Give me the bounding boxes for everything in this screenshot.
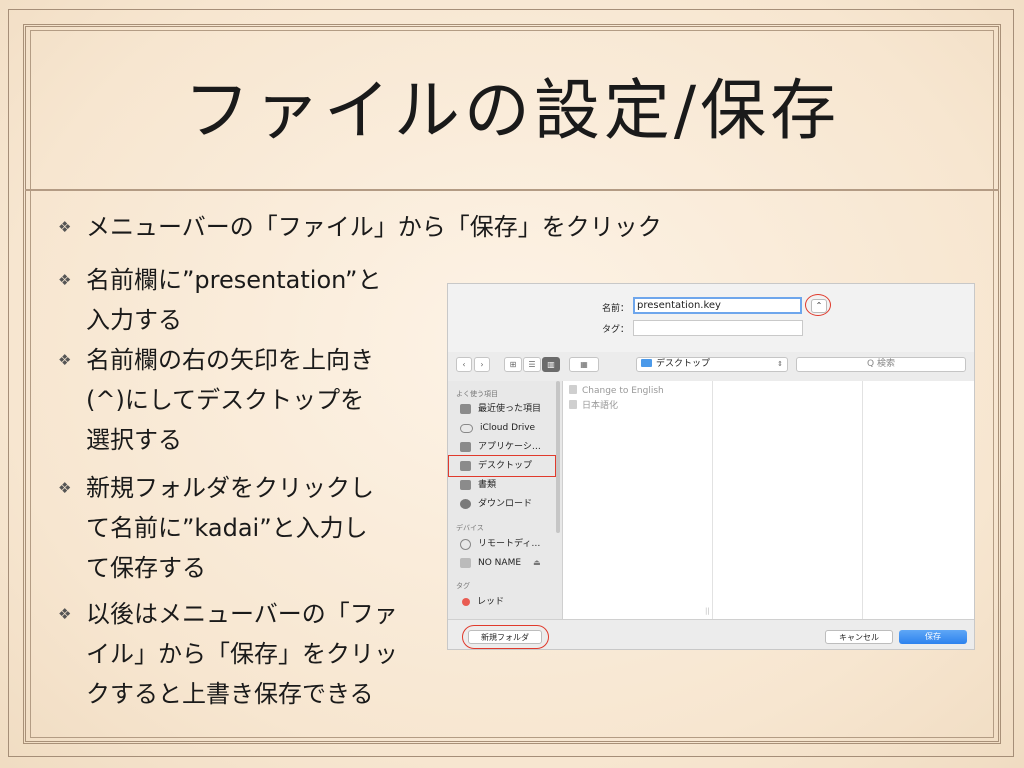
document-icon xyxy=(460,480,471,490)
updown-chevron-icon: ⇕ xyxy=(777,360,783,368)
sidebar-item-label: 書類 xyxy=(478,480,497,490)
sidebar-item-label: iCloud Drive xyxy=(480,423,536,433)
column-view-icon[interactable]: ▥ xyxy=(542,357,560,372)
bullet-line: (^)にしてデスクトップを xyxy=(86,386,365,414)
column-browser: Change to English 日本語化 || xyxy=(563,381,974,619)
bullet-line: クすると上書き保存できる xyxy=(86,680,374,708)
bullet-diamond-icon: ❖ xyxy=(58,351,72,369)
sidebar-item-label: レッド xyxy=(477,597,505,607)
forward-button[interactable]: › xyxy=(474,357,490,372)
tags-header: タグ xyxy=(456,582,470,590)
back-button[interactable]: ‹ xyxy=(456,357,472,372)
file-item[interactable]: Change to English xyxy=(569,385,664,396)
file-name: 日本語化 xyxy=(582,401,619,411)
dialog-toolbar: ‹ › ⊞ ☰ ▥ ▦ デスクトップ ⇕ Q 検索 xyxy=(448,352,974,380)
bullet-diamond-icon: ❖ xyxy=(58,479,72,497)
bullet-line: 選択する xyxy=(86,426,182,454)
clock-icon xyxy=(460,404,471,414)
bullet-2: ❖ 名前欄の右の矢印を上向き (^)にしてデスクトップを 選択する xyxy=(58,340,428,460)
download-icon xyxy=(460,499,471,509)
name-field[interactable]: presentation.key xyxy=(633,297,802,314)
sidebar-item-label: 最近使った項目 xyxy=(478,404,542,414)
folder-icon xyxy=(641,359,652,367)
sidebar-item-icloud[interactable]: iCloud Drive xyxy=(460,419,535,437)
bullet-line: 新規フォルダをクリックし xyxy=(86,474,374,502)
sidebar-item-label: ダウンロード xyxy=(478,499,533,509)
bullet-line: 名前欄に”presentation”と xyxy=(86,266,382,294)
bullet-diamond-icon: ❖ xyxy=(58,218,72,236)
sidebar-item-red-tag[interactable]: レッド xyxy=(460,593,504,611)
eject-icon[interactable]: ⏏ xyxy=(533,554,541,572)
finder-sidebar: よく使う項目 最近使った項目 iCloud Drive アプリケーシ… デスクト… xyxy=(448,381,563,619)
highlight-box-desktop xyxy=(448,455,556,477)
bullet-2-text: 名前欄の右の矢印を上向き (^)にしてデスクトップを 選択する xyxy=(86,340,374,460)
file-icon xyxy=(569,385,577,394)
file-item[interactable]: 日本語化 xyxy=(569,398,618,411)
sidebar-item-label: NO NAME xyxy=(478,558,522,568)
sidebar-item-documents[interactable]: 書類 xyxy=(460,476,496,494)
icon-view-icon[interactable]: ⊞ xyxy=(504,357,522,372)
column-resize-handle[interactable]: || xyxy=(705,607,710,615)
bullet-diamond-icon: ❖ xyxy=(58,605,72,623)
gallery-view-icon[interactable]: ▦ xyxy=(569,357,599,372)
column-1: Change to English 日本語化 || xyxy=(563,381,713,619)
search-input[interactable]: Q 検索 xyxy=(796,357,966,372)
tag-label: タグ： xyxy=(602,325,630,335)
slide-title: ファイルの設定/保存 xyxy=(183,72,841,149)
bullet-line: 以後はメニューバーの「ファ xyxy=(86,600,398,628)
sidebar-item-applications[interactable]: アプリケーシ… xyxy=(460,438,541,456)
title-divider xyxy=(25,189,999,191)
bullet-3-text: 新規フォルダをクリックし て名前に”kadai”と入力し て保存する xyxy=(86,468,374,588)
red-tag-icon xyxy=(462,598,470,606)
bullet-line: 名前欄の右の矢印を上向き xyxy=(86,346,374,374)
sidebar-item-downloads[interactable]: ダウンロード xyxy=(460,495,532,513)
sidebar-item-label: アプリケーシ… xyxy=(478,442,541,452)
bullet-line: て名前に”kadai”と入力し xyxy=(86,514,368,542)
applications-icon xyxy=(460,442,471,452)
bullet-4: ❖ 以後はメニューバーの「ファ イル」から「保存」をクリッ クすると上書き保存で… xyxy=(58,594,428,714)
list-view-icon[interactable]: ☰ xyxy=(523,357,541,372)
bullet-3: ❖ 新規フォルダをクリックし て名前に”kadai”と入力し て保存する xyxy=(58,468,428,588)
main-bullet-text: メニューバーの「ファイル」から「保存」をクリック xyxy=(86,213,662,241)
file-name: Change to English xyxy=(582,386,664,396)
bullet-diamond-icon: ❖ xyxy=(58,271,72,289)
cancel-button[interactable]: キャンセル xyxy=(825,630,893,644)
sidebar-item-no-name[interactable]: NO NAME ⏏ xyxy=(460,554,541,572)
save-button[interactable]: 保存 xyxy=(899,630,967,644)
bullet-1-text: 名前欄に”presentation”と 入力する xyxy=(86,260,381,340)
name-label: 名前： xyxy=(602,304,630,314)
bullet-line: て保存する xyxy=(86,554,206,582)
favorites-header: よく使う項目 xyxy=(456,390,498,398)
column-3 xyxy=(863,381,974,619)
file-icon xyxy=(569,400,577,409)
dialog-footer: 新規フォルダ キャンセル 保存 xyxy=(448,619,974,649)
bullet-4-text: 以後はメニューバーの「ファ イル」から「保存」をクリッ クすると上書き保存できる xyxy=(86,594,398,714)
sidebar-scrollbar[interactable] xyxy=(556,381,560,533)
main-bullet: ❖ メニューバーの「ファイル」から「保存」をクリック xyxy=(58,207,778,247)
bullet-line: 入力する xyxy=(86,306,182,334)
cloud-icon xyxy=(460,423,473,433)
sidebar-item-recents[interactable]: 最近使った項目 xyxy=(460,400,541,418)
sidebar-item-remote-disc[interactable]: リモートディ… xyxy=(460,535,540,553)
drive-icon xyxy=(460,558,471,568)
location-label: デスクトップ xyxy=(656,359,711,369)
highlight-circle-new-folder xyxy=(462,625,549,649)
highlight-circle-expand xyxy=(805,294,831,316)
location-popup[interactable]: デスクトップ ⇕ xyxy=(636,357,788,372)
bullet-1: ❖ 名前欄に”presentation”と 入力する xyxy=(58,260,428,340)
sidebar-item-label: リモートディ… xyxy=(478,539,541,549)
dialog-header: 名前： presentation.key タグ： ⌃ xyxy=(448,284,974,352)
tag-field[interactable] xyxy=(633,320,803,336)
column-2 xyxy=(713,381,863,619)
devices-header: デバイス xyxy=(456,524,484,532)
bullet-line: イル」から「保存」をクリッ xyxy=(86,640,398,668)
save-dialog: 名前： presentation.key タグ： ⌃ ‹ › ⊞ ☰ ▥ ▦ デ… xyxy=(447,283,975,650)
disc-icon xyxy=(460,538,471,550)
